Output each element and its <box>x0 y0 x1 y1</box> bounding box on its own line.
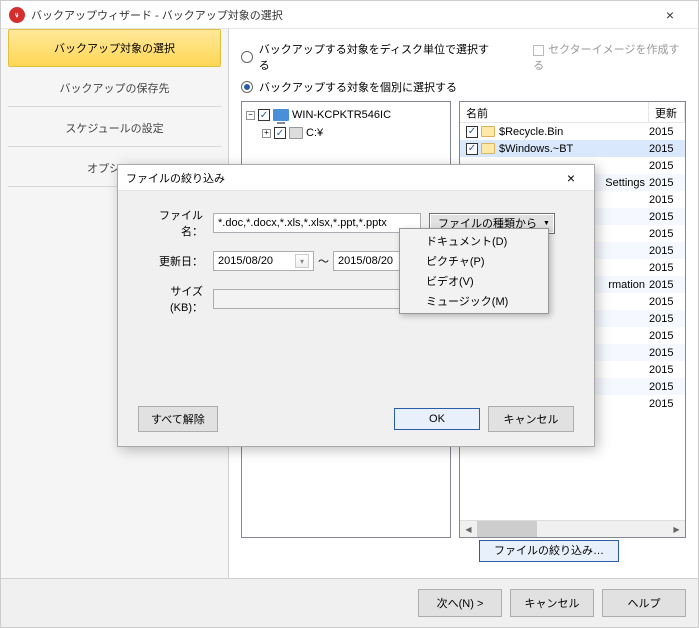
radio-icon <box>241 81 253 93</box>
file-date: 2015 <box>649 194 685 206</box>
file-checkbox[interactable]: ✓ <box>466 126 478 138</box>
sidebar-tab-target[interactable]: バックアップ対象の選択 <box>8 29 221 67</box>
file-name: $Windows.~BT <box>499 143 649 155</box>
date-separator: ～ <box>314 253 333 269</box>
file-row[interactable]: ✓ $Windows.~BT2015 <box>460 140 685 157</box>
col-name[interactable]: 名前 <box>460 102 649 122</box>
filter-button-row: ファイルの絞り込み… <box>479 542 686 558</box>
tree-checkbox[interactable]: ✓ <box>258 109 270 121</box>
tree-expand-icon[interactable]: + <box>262 129 271 138</box>
date-from-value: 2015/08/20 <box>218 255 273 267</box>
file-date: 2015 <box>649 211 685 223</box>
computer-icon <box>273 109 289 121</box>
file-date: 2015 <box>649 330 685 342</box>
close-icon[interactable]: × <box>556 170 586 186</box>
file-date: 2015 <box>649 313 685 325</box>
folder-icon <box>481 143 495 154</box>
radio-label: バックアップする対象を個別に選択する <box>259 79 457 95</box>
col-updated[interactable]: 更新 <box>649 102 685 122</box>
file-date: 2015 <box>649 177 685 189</box>
ok-button[interactable]: OK <box>394 408 480 430</box>
dialog-footer: すべて解除 OK キャンセル <box>118 406 594 432</box>
tree-checkbox[interactable]: ✓ <box>274 127 286 139</box>
app-icon <box>9 7 25 23</box>
file-date: 2015 <box>649 279 685 291</box>
sidebar-tab-label: バックアップ対象の選択 <box>54 40 175 56</box>
radio-icon <box>241 51 253 63</box>
sidebar-tab-schedule[interactable]: スケジュールの設定 <box>8 109 221 147</box>
menu-item-document[interactable]: ドキュメント(D) <box>402 231 546 251</box>
help-button[interactable]: ヘルプ <box>602 589 686 617</box>
file-date: 2015 <box>649 364 685 376</box>
file-date: 2015 <box>649 347 685 359</box>
window-title: バックアップウィザード - バックアップ対象の選択 <box>31 7 283 23</box>
filename-label: ファイル名： <box>138 207 213 239</box>
sidebar-tab-label: バックアップの保存先 <box>60 80 170 96</box>
file-date: 2015 <box>649 228 685 240</box>
date-to-value: 2015/08/20 <box>338 255 393 267</box>
titlebar: バックアップウィザード - バックアップ対象の選択 × <box>1 1 698 29</box>
scroll-thumb[interactable] <box>477 521 537 537</box>
cancel-button[interactable]: キャンセル <box>488 406 574 432</box>
cancel-button[interactable]: キャンセル <box>510 589 594 617</box>
chevron-down-icon: ▼ <box>543 220 550 227</box>
wizard-bottom-bar: 次へ(N) > キャンセル ヘルプ <box>1 579 698 627</box>
folder-icon <box>481 126 495 137</box>
file-type-menu: ドキュメント(D) ピクチャ(P) ビデオ(V) ミュージック(M) <box>399 228 549 314</box>
dialog-title: ファイルの絞り込み <box>126 170 225 186</box>
radio-by-disk[interactable]: バックアップする対象をディスク単位で選択する セクターイメージを作成する <box>241 41 686 73</box>
file-date: 2015 <box>649 126 685 138</box>
clear-all-button[interactable]: すべて解除 <box>138 406 218 432</box>
menu-item-picture[interactable]: ピクチャ(P) <box>402 251 546 271</box>
menu-item-video[interactable]: ビデオ(V) <box>402 271 546 291</box>
file-date: 2015 <box>649 143 685 155</box>
radio-label: バックアップする対象をディスク単位で選択する <box>259 41 493 73</box>
file-date: 2015 <box>649 160 685 172</box>
radio-individual[interactable]: バックアップする対象を個別に選択する <box>241 79 686 95</box>
file-date: 2015 <box>649 398 685 410</box>
file-name: $Recycle.Bin <box>499 126 649 138</box>
menu-item-music[interactable]: ミュージック(M) <box>402 291 546 311</box>
scroll-left-icon[interactable]: ◀ <box>460 521 477 537</box>
close-icon[interactable]: × <box>650 1 690 29</box>
size-label: サイズ(KB)： <box>138 283 213 315</box>
filename-input[interactable] <box>213 213 421 233</box>
tree-root-label: WIN-KCPKTR546IC <box>292 109 391 121</box>
file-header: 名前 更新 <box>460 102 685 123</box>
tree-collapse-icon[interactable]: − <box>246 111 255 120</box>
file-checkbox[interactable]: ✓ <box>466 143 478 155</box>
next-button[interactable]: 次へ(N) > <box>418 589 502 617</box>
drive-icon <box>289 127 303 139</box>
date-from-input[interactable]: 2015/08/20 ▾ <box>213 251 314 271</box>
tree-drive-label: C:¥ <box>306 127 323 139</box>
file-row[interactable]: ✓ $Recycle.Bin2015 <box>460 123 685 140</box>
file-date: 2015 <box>649 296 685 308</box>
sector-image-checkbox: セクターイメージを作成する <box>533 41 686 73</box>
date-label: 更新日： <box>138 253 213 269</box>
dialog-titlebar: ファイルの絞り込み × <box>118 165 594 191</box>
file-date: 2015 <box>649 262 685 274</box>
scroll-right-icon[interactable]: ▶ <box>668 521 685 537</box>
sidebar-tab-destination[interactable]: バックアップの保存先 <box>8 69 221 107</box>
file-date: 2015 <box>649 245 685 257</box>
sidebar-tab-label: スケジュールの設定 <box>65 120 163 136</box>
file-date: 2015 <box>649 381 685 393</box>
calendar-icon[interactable]: ▾ <box>295 254 309 268</box>
file-filter-button[interactable]: ファイルの絞り込み… <box>479 540 619 562</box>
horizontal-scrollbar[interactable]: ◀ ▶ <box>460 520 685 537</box>
tree-root[interactable]: − ✓ WIN-KCPKTR546IC <box>246 106 446 124</box>
sector-image-label: セクターイメージを作成する <box>533 44 679 72</box>
tree-drive[interactable]: + ✓ C:¥ <box>246 124 446 142</box>
